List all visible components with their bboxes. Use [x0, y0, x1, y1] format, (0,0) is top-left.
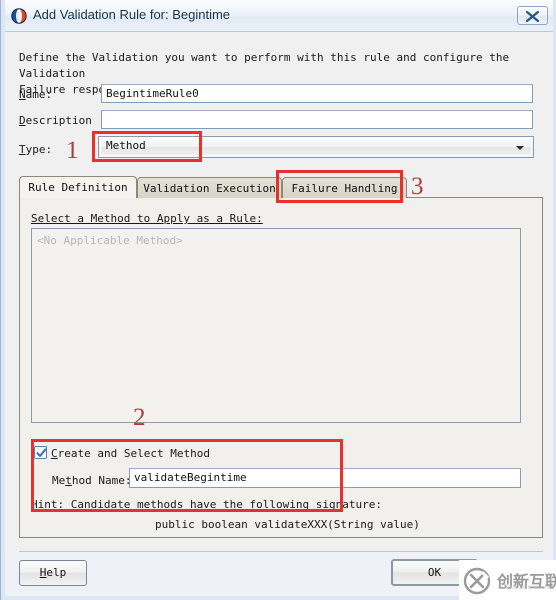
help-button[interactable]: Help [19, 560, 87, 586]
footer-divider [19, 551, 543, 552]
description-input[interactable] [101, 110, 533, 129]
add-validation-rule-dialog: Add Validation Rule for: Begintime Defin… [0, 0, 556, 600]
window-title: Add Validation Rule for: Begintime [33, 7, 231, 22]
method-name-input[interactable]: validateBegintime [129, 468, 521, 488]
app-logo-icon [11, 8, 27, 24]
watermark: 创新互联 CHUANGXIN HULIAN [459, 560, 556, 600]
method-name-label: Method Name: [52, 474, 132, 487]
method-list[interactable]: <No Applicable Method> [31, 228, 521, 423]
create-and-select-method-label: Create and Select Method [51, 447, 210, 460]
type-combo-value: Method [106, 139, 146, 152]
method-signature-text: public boolean validateXXX(String value) [155, 518, 420, 531]
type-combo[interactable]: Method [98, 136, 534, 158]
description-label: Description [19, 114, 92, 127]
annotation-number-3: 3 [411, 173, 424, 200]
annotation-number-1: 1 [66, 137, 79, 164]
name-input[interactable]: BegintimeRule0 [101, 84, 533, 103]
close-icon[interactable] [517, 6, 548, 25]
list-item: <No Applicable Method> [37, 234, 183, 247]
tab-validation-execution[interactable]: Validation Execution [137, 177, 282, 198]
annotation-number-2: 2 [133, 404, 146, 431]
chevron-down-icon [516, 146, 524, 150]
hint-text: Hint: Candidate methods have the followi… [31, 498, 382, 511]
select-method-label: Select a Method to Apply as a Rule: [31, 212, 263, 225]
tab-rule-definition[interactable]: Rule Definition [19, 176, 137, 198]
name-label: Name: [19, 88, 53, 101]
type-label: Type: [19, 143, 53, 156]
watermark-pinyin: CHUANGXIN HULIAN [498, 586, 556, 591]
create-and-select-method-checkbox[interactable] [34, 446, 47, 459]
circled-x-logo-icon [463, 567, 491, 600]
tab-failure-handling[interactable]: Failure Handling [282, 177, 407, 198]
title-bar: Add Validation Rule for: Begintime [1, 0, 556, 32]
